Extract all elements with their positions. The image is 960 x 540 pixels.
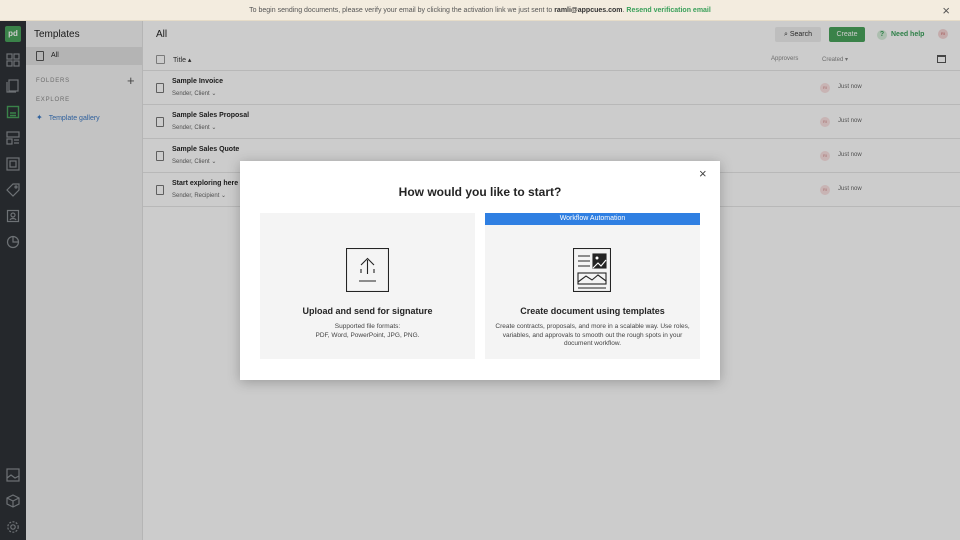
close-icon[interactable]: × <box>699 166 707 181</box>
upload-illustration-icon <box>346 248 389 292</box>
template-option-description: Create contracts, proposals, and more in… <box>495 323 690 347</box>
template-option-title: Create document using templates <box>520 306 665 316</box>
upload-option-card[interactable]: Upload and send for signature Supported … <box>260 213 475 359</box>
resend-verification-link[interactable]: Resend verification email <box>626 7 710 14</box>
start-modal: × How would you like to start? Upload an… <box>240 161 720 380</box>
template-illustration-icon <box>573 248 611 292</box>
template-option-card[interactable]: Workflow Automation Create document usin… <box>485 213 700 359</box>
upload-option-description: Supported file formats: PDF, Word, Power… <box>270 323 465 340</box>
supported-formats-list: PDF, Word, PowerPoint, JPG, PNG. <box>315 331 420 339</box>
verification-banner: To begin sending documents, please verif… <box>0 0 960 21</box>
workflow-automation-badge: Workflow Automation <box>485 213 700 225</box>
banner-period: . <box>622 7 625 14</box>
close-icon[interactable]: × <box>942 0 950 21</box>
modal-heading: How would you like to start? <box>398 185 562 199</box>
supported-formats-label: Supported file formats: <box>334 323 401 330</box>
upload-option-title: Upload and send for signature <box>302 306 433 316</box>
banner-text: To begin sending documents, please verif… <box>249 7 555 14</box>
banner-email: ramli@appcues.com <box>554 7 623 14</box>
